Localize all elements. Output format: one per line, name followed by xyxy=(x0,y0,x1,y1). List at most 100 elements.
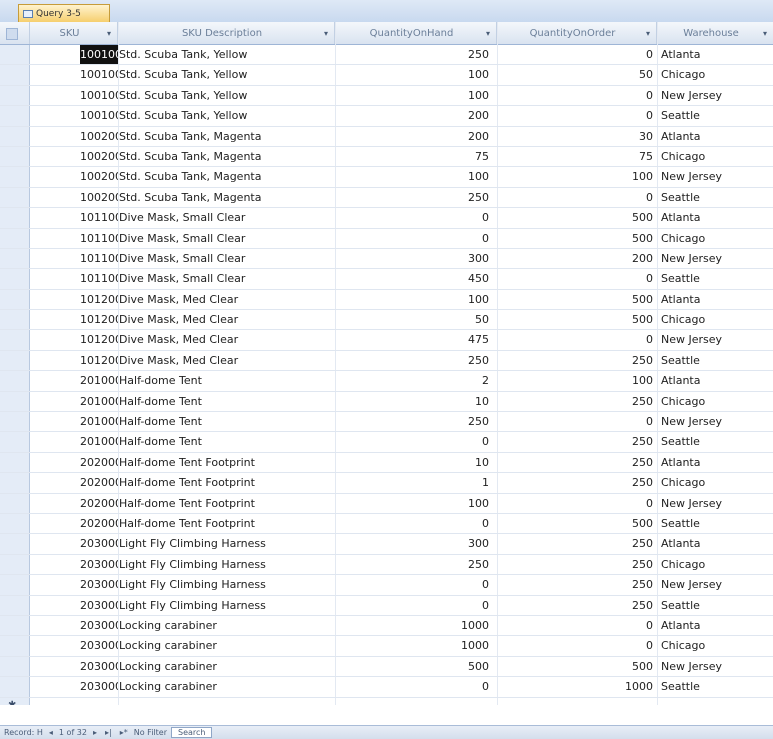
cell-wh[interactable]: New Jersey xyxy=(658,86,773,105)
cell-wh[interactable]: Chicago xyxy=(658,229,773,248)
cell-qoh[interactable]: 200 xyxy=(335,106,497,125)
cell-desc[interactable]: Dive Mask, Med Clear xyxy=(119,330,319,349)
cell-wh[interactable]: Atlanta xyxy=(658,208,773,227)
table-row[interactable]: 101200 Dive Mask, Med Clear 100 500 Atlanta xyxy=(0,289,773,311)
cell-qoo[interactable]: 0 xyxy=(497,636,655,655)
cell-qoo[interactable]: 500 xyxy=(497,208,655,227)
row-selector[interactable] xyxy=(0,615,30,636)
cell-sku[interactable]: 100100 xyxy=(80,65,118,84)
row-selector[interactable] xyxy=(0,452,30,473)
cell-qoo[interactable]: 250 xyxy=(497,453,655,472)
cell-wh[interactable]: Seattle xyxy=(658,351,773,370)
cell-sku[interactable]: 203000 xyxy=(80,616,118,635)
cell-qoo[interactable]: 250 xyxy=(497,432,655,451)
table-row[interactable]: 100200 Std. Scuba Tank, Magenta 75 75 Chicag… xyxy=(0,146,773,168)
cell-desc[interactable]: Dive Mask, Small Clear xyxy=(119,208,319,227)
table-row[interactable]: 100100 Std. Scuba Tank, Yellow 100 50 Chicag… xyxy=(0,65,773,86)
table-row[interactable]: 203000 Locking carabiner 0 1000 Seattle xyxy=(0,677,773,698)
cell-sku[interactable]: 201000 xyxy=(80,392,118,411)
cell-desc[interactable]: Light Fly Climbing Harness xyxy=(119,596,319,615)
cell-qoh[interactable]: 0 xyxy=(335,229,497,248)
row-selector[interactable] xyxy=(0,85,30,106)
cell-desc[interactable]: Half-dome Tent Footprint xyxy=(119,473,319,492)
select-all-corner[interactable] xyxy=(0,22,30,44)
row-selector[interactable] xyxy=(0,493,30,513)
row-selector[interactable] xyxy=(0,289,30,310)
cell-desc[interactable]: Locking carabiner xyxy=(119,677,319,696)
column-header-qoo[interactable]: QuantityOnOrder ▾ xyxy=(497,22,657,44)
cell-wh[interactable]: Chicago xyxy=(658,147,773,166)
cell-qoh[interactable]: 0 xyxy=(335,514,497,533)
table-row[interactable]: 101100 Dive Mask, Small Clear 450 0 Seattle xyxy=(0,269,773,290)
row-selector[interactable] xyxy=(0,513,30,534)
record-position[interactable]: 1 of 32 xyxy=(59,728,87,737)
cell-desc[interactable]: Half-dome Tent xyxy=(119,412,319,431)
cell-qoh[interactable]: 10 xyxy=(335,392,497,411)
cell-sku[interactable]: 203000 xyxy=(80,636,118,655)
filter-status[interactable]: No Filter xyxy=(134,728,167,737)
cell-qoo[interactable]: 200 xyxy=(497,249,655,268)
cell-wh[interactable]: Atlanta xyxy=(658,534,773,553)
row-selector[interactable] xyxy=(0,228,30,248)
cell-qoo[interactable]: 75 xyxy=(497,147,655,166)
cell-qoo[interactable]: 0 xyxy=(497,494,655,513)
cell-sku[interactable]: 100200 xyxy=(80,147,118,166)
cell-qoh[interactable]: 1000 xyxy=(335,636,497,655)
cell-sku[interactable]: 101200 xyxy=(80,351,118,370)
table-row[interactable]: 100100 Std. Scuba Tank, Yellow 250 0 Atlanta xyxy=(0,45,773,66)
cell-qoh[interactable]: 10 xyxy=(335,453,497,472)
cell-wh[interactable]: Seattle xyxy=(658,677,773,696)
cell-wh[interactable]: Atlanta xyxy=(658,45,773,64)
cell-qoh[interactable]: 450 xyxy=(335,269,497,288)
cell-wh[interactable]: Seattle xyxy=(658,269,773,288)
column-header-desc[interactable]: SKU Description ▾ xyxy=(118,22,335,44)
table-row[interactable]: 202000 Half-dome Tent Footprint 10 250 Atlan… xyxy=(0,452,773,474)
cell-qoh[interactable]: 250 xyxy=(335,188,497,207)
table-row[interactable]: 100200 Std. Scuba Tank, Magenta 200 30 Atlan… xyxy=(0,126,773,147)
cell-qoo[interactable]: 0 xyxy=(497,269,655,288)
cell-desc[interactable]: Half-dome Tent xyxy=(119,371,319,390)
cell-qoh[interactable]: 100 xyxy=(335,290,497,309)
next-record-icon[interactable]: ▸ xyxy=(91,728,99,737)
table-row[interactable]: 101200 Dive Mask, Med Clear 475 0 New Jersey xyxy=(0,330,773,351)
cell-desc[interactable]: Light Fly Climbing Harness xyxy=(119,555,319,574)
cell-wh[interactable]: Seattle xyxy=(658,106,773,125)
cell-desc[interactable]: Locking carabiner xyxy=(119,657,319,676)
table-row[interactable]: 101200 Dive Mask, Med Clear 50 500 Chicago xyxy=(0,310,773,331)
row-selector[interactable] xyxy=(0,412,30,432)
cell-sku[interactable]: 202000 xyxy=(80,453,118,472)
cell-wh[interactable]: Atlanta xyxy=(658,616,773,635)
cell-qoo[interactable]: 0 xyxy=(497,188,655,207)
cell-qoo[interactable]: 500 xyxy=(497,657,655,676)
cell-desc[interactable]: Std. Scuba Tank, Magenta xyxy=(119,167,319,186)
row-selector[interactable] xyxy=(0,432,30,452)
cell-sku[interactable]: 201000 xyxy=(80,412,118,431)
cell-qoh[interactable]: 1 xyxy=(335,473,497,492)
last-record-icon[interactable]: ▸| xyxy=(103,728,114,737)
cell-wh[interactable]: Atlanta xyxy=(658,127,773,146)
table-row[interactable]: 101100 Dive Mask, Small Clear 300 200 New Je… xyxy=(0,248,773,270)
table-row[interactable]: 202000 Half-dome Tent Footprint 100 0 New Je… xyxy=(0,493,773,514)
row-selector[interactable] xyxy=(0,371,30,391)
cell-sku[interactable]: 101100 xyxy=(80,208,118,227)
cell-desc[interactable]: Dive Mask, Med Clear xyxy=(119,351,319,370)
chevron-down-icon[interactable]: ▾ xyxy=(646,29,650,38)
cell-desc[interactable]: Half-dome Tent Footprint xyxy=(119,453,319,472)
cell-qoo[interactable]: 100 xyxy=(497,371,655,390)
cell-sku[interactable]: 203000 xyxy=(80,657,118,676)
row-selector[interactable] xyxy=(0,473,30,493)
table-row[interactable]: 101100 Dive Mask, Small Clear 0 500 Atlanta xyxy=(0,208,773,229)
row-selector[interactable] xyxy=(0,350,30,371)
row-selector[interactable] xyxy=(0,65,30,85)
cell-desc[interactable]: Half-dome Tent xyxy=(119,432,319,451)
cell-qoh[interactable]: 100 xyxy=(335,494,497,513)
table-row[interactable]: 100200 Std. Scuba Tank, Magenta 250 0 Seattl… xyxy=(0,187,773,209)
cell-qoh[interactable]: 0 xyxy=(335,596,497,615)
cell-qoh[interactable]: 100 xyxy=(335,86,497,105)
cell-wh[interactable]: New Jersey xyxy=(658,575,773,594)
cell-desc[interactable]: Dive Mask, Small Clear xyxy=(119,249,319,268)
cell-wh[interactable]: Chicago xyxy=(658,473,773,492)
table-row[interactable]: 203000 Light Fly Climbing Harness 300 250 At… xyxy=(0,534,773,555)
cell-sku[interactable]: 101200 xyxy=(80,310,118,329)
table-row[interactable]: 203000 Light Fly Climbing Harness 0 250 New … xyxy=(0,575,773,596)
